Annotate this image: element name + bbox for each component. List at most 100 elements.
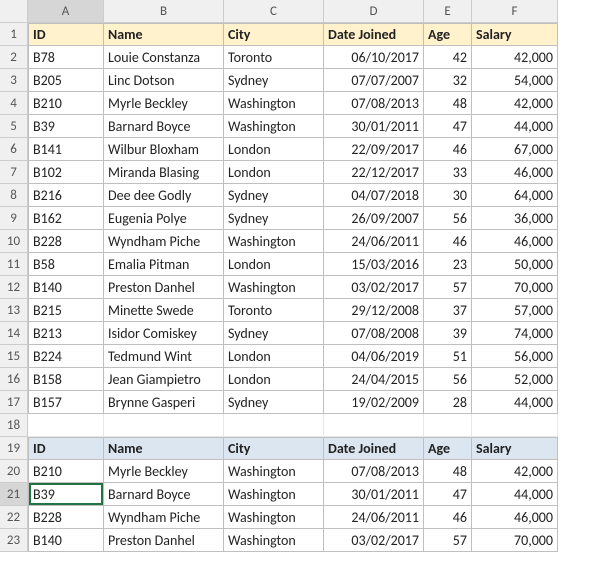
cell-C23[interactable]: Washington xyxy=(224,529,324,552)
cell-B3[interactable]: Linc Dotson xyxy=(104,69,224,92)
column-header-E[interactable]: E xyxy=(424,0,472,23)
row-header-7[interactable]: 7 xyxy=(0,161,28,184)
cell-E16[interactable]: 56 xyxy=(424,368,472,391)
cell-C7[interactable]: London xyxy=(224,161,324,184)
row-header-17[interactable]: 17 xyxy=(0,391,28,414)
cell-A18[interactable] xyxy=(28,414,104,437)
cell-B16[interactable]: Jean Giampietro xyxy=(104,368,224,391)
cell-E3[interactable]: 32 xyxy=(424,69,472,92)
cell-D23[interactable]: 03/02/2017 xyxy=(324,529,424,552)
cell-A13[interactable]: B215 xyxy=(28,299,104,322)
cell-F11[interactable]: 50,000 xyxy=(472,253,558,276)
cell-B8[interactable]: Dee dee Godly xyxy=(104,184,224,207)
row-header-14[interactable]: 14 xyxy=(0,322,28,345)
cell-F2[interactable]: 42,000 xyxy=(472,46,558,69)
column-header-D[interactable]: D xyxy=(324,0,424,23)
column-header-F[interactable]: F xyxy=(472,0,558,23)
cell-B19[interactable]: Name xyxy=(104,437,224,460)
cell-E20[interactable]: 48 xyxy=(424,460,472,483)
cell-A16[interactable]: B158 xyxy=(28,368,104,391)
cell-D5[interactable]: 30/01/2011 xyxy=(324,115,424,138)
cell-D9[interactable]: 26/09/2007 xyxy=(324,207,424,230)
cell-D6[interactable]: 22/09/2017 xyxy=(324,138,424,161)
cell-C19[interactable]: City xyxy=(224,437,324,460)
cell-F12[interactable]: 70,000 xyxy=(472,276,558,299)
cell-A11[interactable]: B58 xyxy=(28,253,104,276)
cell-E11[interactable]: 23 xyxy=(424,253,472,276)
cell-F13[interactable]: 57,000 xyxy=(472,299,558,322)
row-header-13[interactable]: 13 xyxy=(0,299,28,322)
cell-A4[interactable]: B210 xyxy=(28,92,104,115)
cell-D4[interactable]: 07/08/2013 xyxy=(324,92,424,115)
cell-B5[interactable]: Barnard Boyce xyxy=(104,115,224,138)
cell-C3[interactable]: Sydney xyxy=(224,69,324,92)
cell-C2[interactable]: Toronto xyxy=(224,46,324,69)
row-header-6[interactable]: 6 xyxy=(0,138,28,161)
cell-C1[interactable]: City xyxy=(224,23,324,46)
cell-E13[interactable]: 37 xyxy=(424,299,472,322)
cell-F19[interactable]: Salary xyxy=(472,437,558,460)
cell-D12[interactable]: 03/02/2017 xyxy=(324,276,424,299)
cell-E2[interactable]: 42 xyxy=(424,46,472,69)
cell-E19[interactable]: Age xyxy=(424,437,472,460)
cell-F3[interactable]: 54,000 xyxy=(472,69,558,92)
cell-D14[interactable]: 07/08/2008 xyxy=(324,322,424,345)
cell-F17[interactable]: 44,000 xyxy=(472,391,558,414)
cell-B4[interactable]: Myrle Beckley xyxy=(104,92,224,115)
cell-D16[interactable]: 24/04/2015 xyxy=(324,368,424,391)
cell-A10[interactable]: B228 xyxy=(28,230,104,253)
cell-D18[interactable] xyxy=(324,414,424,437)
cell-C17[interactable]: Sydney xyxy=(224,391,324,414)
cell-C14[interactable]: Sydney xyxy=(224,322,324,345)
cell-A21[interactable]: B39 xyxy=(28,483,104,506)
cell-E14[interactable]: 39 xyxy=(424,322,472,345)
cell-D7[interactable]: 22/12/2017 xyxy=(324,161,424,184)
cell-B1[interactable]: Name xyxy=(104,23,224,46)
cell-D1[interactable]: Date Joined xyxy=(324,23,424,46)
cell-A3[interactable]: B205 xyxy=(28,69,104,92)
cell-C21[interactable]: Washington xyxy=(224,483,324,506)
cell-C6[interactable]: London xyxy=(224,138,324,161)
cell-D2[interactable]: 06/10/2017 xyxy=(324,46,424,69)
cell-F23[interactable]: 70,000 xyxy=(472,529,558,552)
row-header-16[interactable]: 16 xyxy=(0,368,28,391)
cell-A5[interactable]: B39 xyxy=(28,115,104,138)
row-header-8[interactable]: 8 xyxy=(0,184,28,207)
cell-F20[interactable]: 42,000 xyxy=(472,460,558,483)
cell-A1[interactable]: ID xyxy=(28,23,104,46)
cell-C18[interactable] xyxy=(224,414,324,437)
cell-E10[interactable]: 46 xyxy=(424,230,472,253)
cell-D11[interactable]: 15/03/2016 xyxy=(324,253,424,276)
cell-F22[interactable]: 46,000 xyxy=(472,506,558,529)
cell-A19[interactable]: ID xyxy=(28,437,104,460)
cell-A15[interactable]: B224 xyxy=(28,345,104,368)
cell-B11[interactable]: Emalia Pitman xyxy=(104,253,224,276)
cell-B13[interactable]: Minette Swede xyxy=(104,299,224,322)
cell-B14[interactable]: Isidor Comiskey xyxy=(104,322,224,345)
row-header-10[interactable]: 10 xyxy=(0,230,28,253)
cell-B6[interactable]: Wilbur Bloxham xyxy=(104,138,224,161)
cell-E12[interactable]: 57 xyxy=(424,276,472,299)
cell-C15[interactable]: London xyxy=(224,345,324,368)
cell-F7[interactable]: 46,000 xyxy=(472,161,558,184)
cell-F5[interactable]: 44,000 xyxy=(472,115,558,138)
cell-B12[interactable]: Preston Danhel xyxy=(104,276,224,299)
cell-E21[interactable]: 47 xyxy=(424,483,472,506)
cell-D3[interactable]: 07/07/2007 xyxy=(324,69,424,92)
cell-A14[interactable]: B213 xyxy=(28,322,104,345)
row-header-20[interactable]: 20 xyxy=(0,460,28,483)
cell-A20[interactable]: B210 xyxy=(28,460,104,483)
cell-E6[interactable]: 46 xyxy=(424,138,472,161)
row-header-23[interactable]: 23 xyxy=(0,529,28,552)
cell-A17[interactable]: B157 xyxy=(28,391,104,414)
cell-E5[interactable]: 47 xyxy=(424,115,472,138)
cell-B23[interactable]: Preston Danhel xyxy=(104,529,224,552)
row-header-12[interactable]: 12 xyxy=(0,276,28,299)
cell-A7[interactable]: B102 xyxy=(28,161,104,184)
cell-B7[interactable]: Miranda Blasing xyxy=(104,161,224,184)
cell-B2[interactable]: Louie Constanza xyxy=(104,46,224,69)
cell-A12[interactable]: B140 xyxy=(28,276,104,299)
cell-C13[interactable]: Toronto xyxy=(224,299,324,322)
cell-A8[interactable]: B216 xyxy=(28,184,104,207)
cell-D8[interactable]: 04/07/2018 xyxy=(324,184,424,207)
